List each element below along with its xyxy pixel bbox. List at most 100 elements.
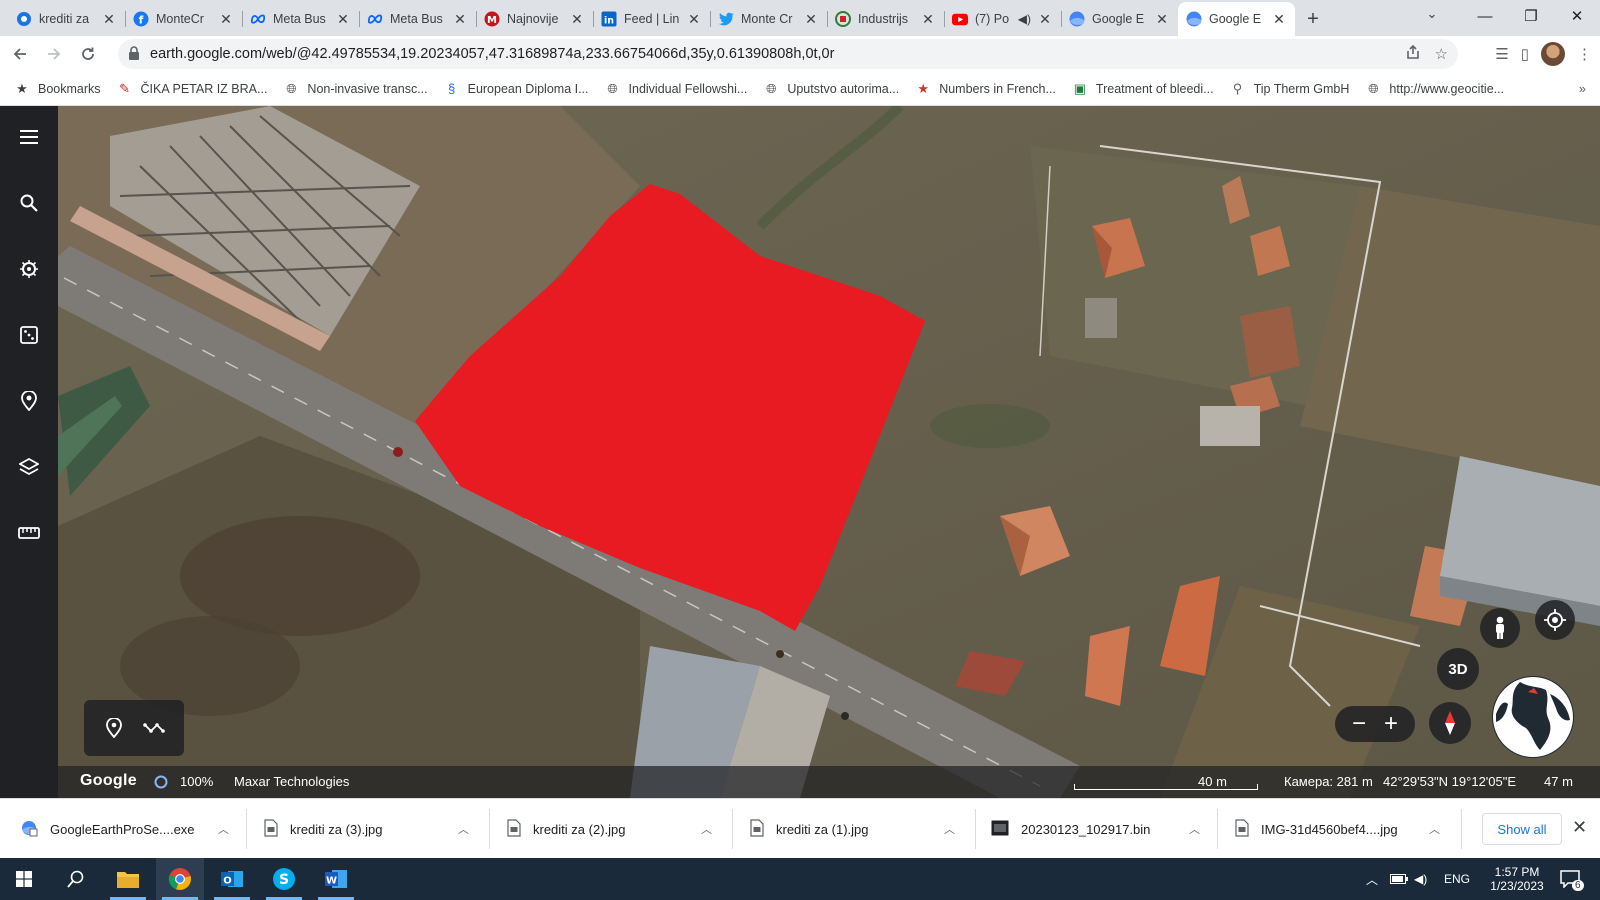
tab-6[interactable]: in Feed | Lin ✕: [593, 2, 710, 36]
close-icon[interactable]: ✕: [101, 11, 117, 28]
speaker-icon[interactable]: ◀): [1018, 12, 1031, 26]
maximize-button[interactable]: ❐: [1508, 0, 1554, 32]
back-button[interactable]: [6, 40, 34, 68]
download-item[interactable]: krediti za (3).jpg ︿: [264, 799, 469, 859]
chrome-taskbar-icon[interactable]: [156, 858, 204, 900]
chevron-up-icon[interactable]: ︿: [1189, 821, 1200, 837]
search-icon[interactable]: [14, 188, 44, 218]
tab-7[interactable]: Monte Cr ✕: [710, 2, 827, 36]
download-item[interactable]: IMG-31d4560bef4....jpg ︿: [1235, 799, 1440, 859]
download-item[interactable]: krediti za (2).jpg ︿: [507, 799, 712, 859]
new-tab-button[interactable]: +: [1299, 2, 1327, 36]
chevron-up-icon[interactable]: ︿: [218, 821, 229, 837]
close-icon[interactable]: ✕: [452, 11, 468, 28]
zoom-in-button[interactable]: +: [1384, 710, 1398, 738]
add-placemark-icon[interactable]: [102, 716, 126, 740]
bookmark-item[interactable]: § European Diploma I...: [444, 81, 589, 97]
bookmark-item[interactable]: ✎ ČIKA PETAR IZ BRA...: [117, 81, 267, 97]
bookmark-item[interactable]: 🌐︎ Individual Fellowshi...: [605, 81, 747, 97]
close-icon[interactable]: ✕: [335, 11, 351, 28]
show-all-downloads-button[interactable]: Show all: [1482, 813, 1562, 845]
input-language[interactable]: ENG: [1444, 858, 1470, 900]
voyager-icon[interactable]: [14, 254, 44, 284]
search-icon[interactable]: [52, 858, 100, 900]
download-item[interactable]: GoogleEarthProSe....exe ︿: [20, 799, 229, 859]
draw-path-icon[interactable]: [142, 716, 166, 740]
close-icon[interactable]: ✕: [569, 11, 585, 28]
bookmark-item[interactable]: 🌐︎ Non-invasive transc...: [283, 81, 427, 97]
volume-icon[interactable]: ◀): [1414, 858, 1427, 900]
projects-pin-icon[interactable]: [14, 386, 44, 416]
compass-icon[interactable]: [1429, 702, 1471, 744]
pegman-street-view-icon[interactable]: [1480, 608, 1520, 648]
reload-button[interactable]: [74, 40, 102, 68]
tab-3[interactable]: Meta Bus ✕: [242, 2, 359, 36]
reading-list-icon[interactable]: ☰: [1495, 45, 1508, 63]
tab-5[interactable]: M Najnovije ✕: [476, 2, 593, 36]
close-icon[interactable]: ✕: [803, 11, 819, 28]
avatar[interactable]: [1541, 42, 1565, 66]
outlook-icon[interactable]: O: [208, 858, 256, 900]
download-item[interactable]: krediti za (1).jpg ︿: [750, 799, 955, 859]
address-bar[interactable]: earth.google.com/web/@42.49785534,19.202…: [118, 39, 1458, 69]
skype-icon[interactable]: S: [260, 858, 308, 900]
bookmark-item[interactable]: 🌐︎ Uputstvo autorima...: [763, 81, 899, 97]
chevron-up-icon[interactable]: ︿: [458, 821, 469, 837]
bookmark-item[interactable]: 🌐︎ http://www.geocitie...: [1365, 81, 1504, 97]
minimize-button[interactable]: —: [1462, 0, 1508, 32]
layers-icon[interactable]: [14, 452, 44, 482]
my-location-icon[interactable]: [1535, 600, 1575, 640]
tab-4[interactable]: Meta Bus ✕: [359, 2, 476, 36]
bookmark-item[interactable]: ▣ Treatment of bleedi...: [1072, 81, 1214, 97]
view-mode-3d-toggle[interactable]: 3D: [1437, 648, 1479, 690]
close-window-button[interactable]: ✕: [1554, 0, 1600, 32]
measure-ruler-icon[interactable]: [14, 518, 44, 548]
main-menu-icon[interactable]: [14, 122, 44, 152]
close-icon[interactable]: ✕: [1037, 11, 1053, 28]
share-icon[interactable]: [1405, 44, 1421, 64]
close-icon[interactable]: ✕: [686, 11, 702, 28]
battery-icon[interactable]: [1390, 858, 1408, 900]
chevron-up-icon[interactable]: ︿: [944, 821, 955, 837]
coordinates[interactable]: 42°29'53"N 19°12'05"E: [1383, 774, 1516, 789]
bookmark-item[interactable]: ★ Numbers in French...: [915, 81, 1056, 97]
satellite-imagery[interactable]: [0, 106, 1600, 798]
more-bookmarks-icon[interactable]: »: [1579, 81, 1586, 96]
bookmark-label: Treatment of bleedi...: [1095, 81, 1214, 96]
bookmark-item[interactable]: ⚲ Tip Therm GmbH: [1230, 81, 1350, 97]
close-icon[interactable]: ✕: [1271, 11, 1287, 28]
bookmark-item[interactable]: ★ Bookmarks: [14, 81, 100, 97]
globe-minimap-icon[interactable]: [1490, 674, 1576, 760]
windows-start-icon[interactable]: [0, 858, 48, 900]
tray-chevron-up-icon[interactable]: ︿: [1366, 858, 1378, 900]
file-explorer-icon[interactable]: [104, 858, 152, 900]
image-file-icon: [750, 818, 764, 840]
side-panel-icon[interactable]: ▯: [1521, 45, 1529, 63]
tab-search-icon[interactable]: ⌄: [1420, 6, 1444, 30]
tab-8[interactable]: Industrijs ✕: [827, 2, 944, 36]
tab-9[interactable]: (7) Po ◀) ✕: [944, 2, 1061, 36]
google-earth-viewport[interactable]: 3D − + Google 100% Maxar Technologies 40…: [0, 106, 1600, 798]
tab-1[interactable]: krediti za ✕: [8, 2, 125, 36]
bookmark-star-icon[interactable]: ☆: [1435, 45, 1448, 63]
download-item[interactable]: 20230123_102917.bin ︿: [991, 799, 1200, 859]
tab-2[interactable]: f MonteCr ✕: [125, 2, 242, 36]
imagery-attribution[interactable]: Maxar Technologies: [234, 774, 349, 789]
notifications-icon[interactable]: 6: [1560, 858, 1584, 900]
tab-10[interactable]: Google E ✕: [1061, 2, 1178, 36]
more-menu-icon[interactable]: ⋮: [1577, 45, 1592, 63]
close-downloads-icon[interactable]: ✕: [1572, 817, 1587, 838]
lock-icon[interactable]: [128, 45, 140, 63]
system-clock[interactable]: 1:57 PM 1/23/2023: [1476, 858, 1558, 900]
url-text[interactable]: earth.google.com/web/@42.49785534,19.202…: [150, 46, 834, 62]
feeling-lucky-dice-icon[interactable]: [14, 320, 44, 350]
close-icon[interactable]: ✕: [1154, 11, 1170, 28]
chevron-up-icon[interactable]: ︿: [1429, 821, 1440, 837]
word-icon[interactable]: W: [312, 858, 360, 900]
close-icon[interactable]: ✕: [920, 11, 936, 28]
tab-11-active[interactable]: Google E ✕: [1178, 2, 1295, 36]
forward-button[interactable]: [40, 40, 68, 68]
zoom-out-button[interactable]: −: [1352, 710, 1366, 738]
chevron-up-icon[interactable]: ︿: [701, 821, 712, 837]
close-icon[interactable]: ✕: [218, 11, 234, 28]
